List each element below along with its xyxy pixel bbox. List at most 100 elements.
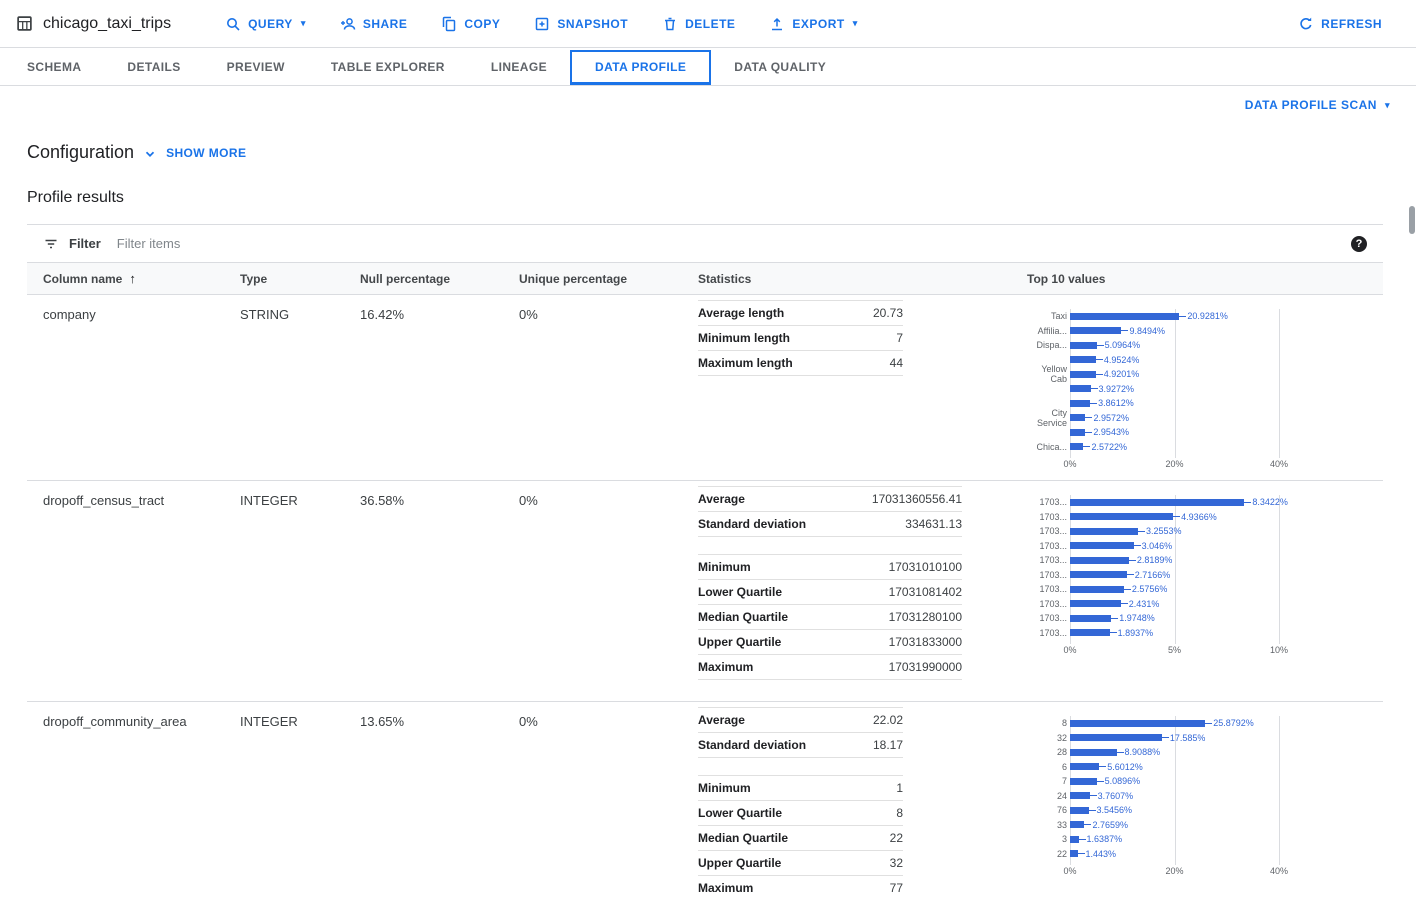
chart-category-label: 33 bbox=[1027, 820, 1067, 830]
table-row: companySTRING16.42%0%Average length20.73… bbox=[27, 295, 1383, 481]
delete-button[interactable]: DELETE bbox=[650, 9, 747, 39]
tab-data-quality[interactable]: DATA QUALITY bbox=[711, 48, 849, 85]
query-button[interactable]: QUERY▾ bbox=[213, 9, 318, 39]
dropdown-caret-icon: ▾ bbox=[301, 19, 306, 28]
profile-results-title: Profile results bbox=[27, 189, 1416, 207]
tab-data-profile[interactable]: DATA PROFILE bbox=[570, 50, 711, 85]
chart-bar bbox=[1070, 792, 1090, 799]
chart-leader-line bbox=[1124, 589, 1131, 590]
stat-label: Upper Quartile bbox=[698, 851, 858, 876]
chart-bar bbox=[1070, 629, 1110, 636]
stat-value: 17031833000 bbox=[842, 630, 962, 655]
profile-table-body: companySTRING16.42%0%Average length20.73… bbox=[27, 295, 1383, 900]
chart-bar-row: 75.0896% bbox=[1027, 774, 1383, 789]
help-icon[interactable]: ? bbox=[1351, 236, 1367, 252]
chart-bar-row: Taxi20.9281% bbox=[1027, 309, 1383, 324]
stat-value: 22.02 bbox=[858, 708, 903, 733]
chart-value-label: 4.9524% bbox=[1104, 355, 1140, 365]
chart-bar bbox=[1070, 850, 1078, 857]
chart-bar-row: 1703...1.8937% bbox=[1027, 626, 1383, 641]
share-button[interactable]: SHARE bbox=[328, 9, 420, 39]
stat-value: 22 bbox=[858, 826, 903, 851]
tab-lineage[interactable]: LINEAGE bbox=[468, 48, 570, 85]
chart-bar bbox=[1070, 371, 1096, 378]
data-profile-scan-button[interactable]: DATA PROFILE SCAN ▾ bbox=[1245, 98, 1390, 112]
column-header-unique-percentage[interactable]: Unique percentage bbox=[519, 263, 698, 294]
chart-category-label: 6 bbox=[1027, 762, 1067, 772]
app-header: chicago_taxi_trips QUERY▾ SHARE COPY SNAPSH… bbox=[0, 0, 1416, 48]
column-header-column-name[interactable]: Column name ↑ bbox=[43, 263, 240, 294]
chart-leader-line bbox=[1097, 781, 1104, 782]
chart-category-label: 1703... bbox=[1027, 555, 1067, 565]
chart-bar bbox=[1070, 720, 1205, 727]
chart-value-label: 9.8494% bbox=[1129, 326, 1165, 336]
chart-bar-row: 763.5456% bbox=[1027, 803, 1383, 818]
chart-leader-line bbox=[1110, 632, 1117, 633]
chart-bar bbox=[1070, 557, 1129, 564]
column-header-null-percentage[interactable]: Null percentage bbox=[360, 263, 519, 294]
chart-axis-tick: 40% bbox=[1270, 459, 1288, 469]
scrollbar-thumb[interactable] bbox=[1409, 206, 1415, 234]
stat-label: Average bbox=[698, 487, 842, 512]
chevron-down-icon[interactable] bbox=[143, 147, 157, 161]
chart-leader-line bbox=[1079, 839, 1086, 840]
chart-leader-line bbox=[1121, 603, 1128, 604]
chart-category-label: 1703... bbox=[1027, 512, 1067, 522]
stat-value: 44 bbox=[854, 351, 903, 376]
chart-leader-line bbox=[1090, 403, 1097, 404]
sort-ascending-icon[interactable]: ↑ bbox=[129, 271, 136, 286]
stat-label: Maximum bbox=[698, 876, 858, 900]
tab-preview[interactable]: PREVIEW bbox=[204, 48, 308, 85]
chart-bar bbox=[1070, 400, 1090, 407]
chart-bar bbox=[1070, 429, 1085, 436]
tab-schema[interactable]: SCHEMA bbox=[4, 48, 104, 85]
chart-category-label: Chica... bbox=[1027, 442, 1067, 452]
chart-axis-tick: 0% bbox=[1063, 459, 1076, 469]
unique-percentage-cell: 0% bbox=[519, 295, 698, 480]
chart-category-label: 1703... bbox=[1027, 628, 1067, 638]
type-cell: STRING bbox=[240, 295, 360, 480]
chart-bar-row: 1703...4.9366% bbox=[1027, 510, 1383, 525]
chart-value-label: 1.6387% bbox=[1087, 834, 1123, 844]
tab-details[interactable]: DETAILS bbox=[104, 48, 203, 85]
chart-bar bbox=[1070, 600, 1121, 607]
vertical-scrollbar[interactable] bbox=[1408, 86, 1416, 900]
export-button[interactable]: EXPORT▾ bbox=[757, 9, 869, 39]
chart-leader-line bbox=[1091, 388, 1098, 389]
chart-category-label: 1703... bbox=[1027, 526, 1067, 536]
refresh-button[interactable]: REFRESH bbox=[1286, 9, 1394, 39]
copy-button[interactable]: COPY bbox=[429, 9, 512, 39]
chart-value-label: 8.3422% bbox=[1252, 497, 1288, 507]
column-name-cell: dropoff_census_tract bbox=[43, 481, 240, 701]
chart-value-label: 3.7607% bbox=[1098, 791, 1134, 801]
dropdown-caret-icon: ▾ bbox=[1385, 101, 1390, 110]
page-title: chicago_taxi_trips bbox=[43, 15, 171, 33]
chart-value-label: 17.585% bbox=[1170, 733, 1206, 743]
show-more-link[interactable]: SHOW MORE bbox=[166, 146, 246, 160]
chart-bar-row: 1703...2.7166% bbox=[1027, 568, 1383, 583]
chart-axis-tick: 0% bbox=[1063, 866, 1076, 876]
chart-value-label: 3.8612% bbox=[1098, 398, 1134, 408]
person-add-icon bbox=[340, 16, 356, 32]
top-values-cell: 825.8792%3217.585%288.9088%65.6012%75.08… bbox=[1027, 702, 1383, 900]
chart-value-label: 1.9748% bbox=[1119, 613, 1155, 623]
tab-table-explorer[interactable]: TABLE EXPLORER bbox=[308, 48, 468, 85]
chart-bar-row: 31.6387% bbox=[1027, 832, 1383, 847]
chart-bar-row: 1703...8.3422% bbox=[1027, 495, 1383, 510]
snapshot-button[interactable]: SNAPSHOT bbox=[522, 9, 640, 39]
chart-leader-line bbox=[1097, 345, 1104, 346]
stat-label: Maximum bbox=[698, 655, 842, 680]
chart-category-label: 24 bbox=[1027, 791, 1067, 801]
chart-category-label: 1703... bbox=[1027, 599, 1067, 609]
copy-icon bbox=[441, 16, 457, 32]
chart-leader-line bbox=[1244, 502, 1251, 503]
refresh-icon bbox=[1298, 16, 1314, 32]
statistics-table: Average22.02Standard deviation18.17Minim… bbox=[698, 707, 903, 900]
column-header-type[interactable]: Type bbox=[240, 263, 360, 294]
chart-leader-line bbox=[1099, 766, 1106, 767]
filter-input[interactable] bbox=[117, 236, 1339, 251]
chart-leader-line bbox=[1138, 531, 1145, 532]
chart-bar-row: 221.443% bbox=[1027, 847, 1383, 862]
stat-label: Median Quartile bbox=[698, 826, 858, 851]
chart-axis-tick: 20% bbox=[1165, 459, 1183, 469]
